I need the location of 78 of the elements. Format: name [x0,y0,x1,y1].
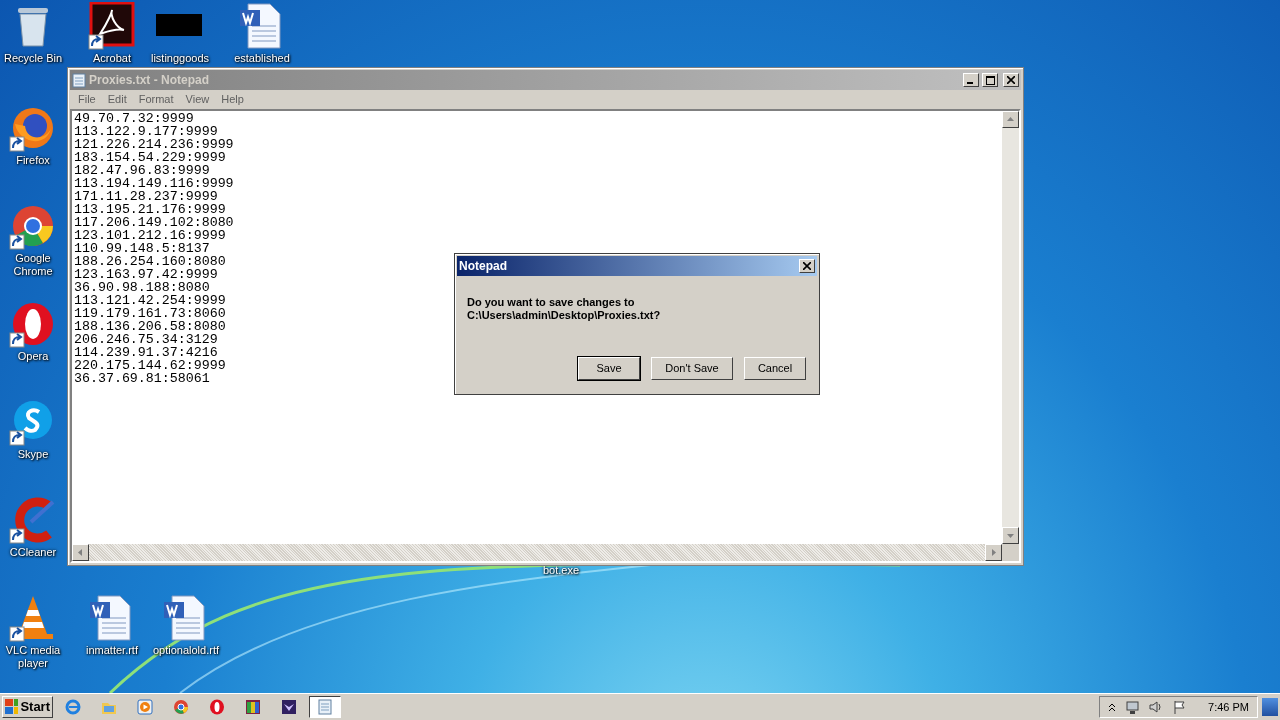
menu-item[interactable]: Edit [101,91,133,108]
text-line: 123.163.97.42:9999 [74,268,218,281]
dialog-title: Notepad [459,258,508,275]
dialog-button[interactable]: Cancel [744,357,806,380]
text-line: 123.101.212.16:9999 [74,229,226,242]
dialog-button[interactable]: Don't Save [651,357,733,380]
icon-label[interactable]: Opera [17,350,49,363]
text-line: 121.226.214.236:9999 [74,138,234,151]
menu-item[interactable]: Help [215,91,250,108]
icon-label[interactable]: CCleaner [9,546,57,559]
menu-item[interactable]: View [179,91,216,108]
maximize-icon [985,75,995,85]
text-line: 206.246.75.34:3129 [74,333,218,346]
start-button[interactable]: Start [2,696,53,718]
dialog-button[interactable]: Save [578,357,640,380]
text-line: 110.99.148.5:8137 [74,242,210,255]
text-line: 171.11.28.237:9999 [74,190,218,203]
close-button[interactable] [799,259,815,273]
icon-label[interactable]: Google Chrome [0,252,66,278]
icon-label[interactable]: Firefox [16,154,50,167]
scroll-arrow-button[interactable] [1002,111,1019,128]
close-icon [803,262,811,270]
text-line: 114.239.91.37:4216 [74,346,218,359]
opera-icon [209,699,225,715]
text-line: 113.194.149.116:9999 [74,177,234,190]
taskbar-button[interactable] [309,696,341,718]
browser-e-icon [65,699,81,715]
icon-label[interactable]: optionalold.rtf [152,644,219,657]
up-arrow-icon [1007,116,1014,123]
text-line: 113.121.42.254:9999 [74,294,226,307]
icon-label[interactable]: established [234,52,290,65]
ccleaner-icon[interactable] [9,496,57,544]
books-icon [245,699,261,715]
window-title: Proxies.txt - Notepad [89,72,211,89]
text-line: 188.136.206.58:8080 [74,320,226,333]
text-line: 182.47.96.83:9999 [74,164,210,177]
text-line: 36.90.98.188:8080 [74,281,210,294]
text-line: 117.206.149.102:8080 [74,216,234,229]
down-arrow-icon [1007,532,1014,539]
right-arrow-icon [990,549,997,556]
close-icon [1007,76,1015,84]
horizontal-scrollbar[interactable] [72,544,1002,561]
text-line: 36.37.69.81:58061 [74,372,210,385]
text-line: 119.179.161.73:8060 [74,307,226,320]
clock[interactable]: 7:46 PM [1208,698,1249,716]
icon-label[interactable]: listinggoods [150,52,210,65]
windows-logo-icon [5,699,19,715]
scroll-arrow-button[interactable] [72,544,89,561]
icon-label[interactable]: Acrobat [93,52,131,65]
text-line: 113.195.21.176:9999 [74,203,226,216]
menu-item[interactable]: Format [132,91,180,108]
text-line: 220.175.144.62:9999 [74,359,226,372]
text-line: 113.122.9.177:9999 [74,125,218,138]
minimize-button[interactable] [963,73,979,87]
icon-label[interactable]: Skype [17,448,49,461]
scroll-arrow-button[interactable] [985,544,1002,561]
chevron-up-icon[interactable] [1108,702,1117,712]
text-line: 183.154.54.229:9999 [74,151,226,164]
pdf-document-icon[interactable] [88,2,136,50]
close-button[interactable] [1003,73,1019,87]
icon-label[interactable]: Recycle Bin [3,52,63,65]
text-line: 188.26.254.160:8080 [74,255,226,268]
app-icon [281,699,297,715]
scroll-arrow-button[interactable] [1002,527,1019,544]
vertical-scrollbar[interactable] [1002,111,1019,544]
dialog-message: Do you want to save changes to C:\Users\admin\Desktop\Proxies.txt? [466,295,662,322]
maximize-button[interactable] [982,73,998,87]
notepad-icon [72,72,86,88]
icon-label[interactable]: inmatter.rtf [86,644,138,657]
left-arrow-icon [77,549,84,556]
menu-item[interactable]: File [72,91,102,108]
chrome-icon [173,699,189,715]
notepad-icon [317,699,333,715]
play-icon [137,699,153,715]
network-icon[interactable] [1124,699,1141,715]
size-grip[interactable] [1002,544,1019,561]
icon-label[interactable]: VLC media player [0,644,66,670]
text-line: 49.70.7.32:9999 [74,112,194,125]
